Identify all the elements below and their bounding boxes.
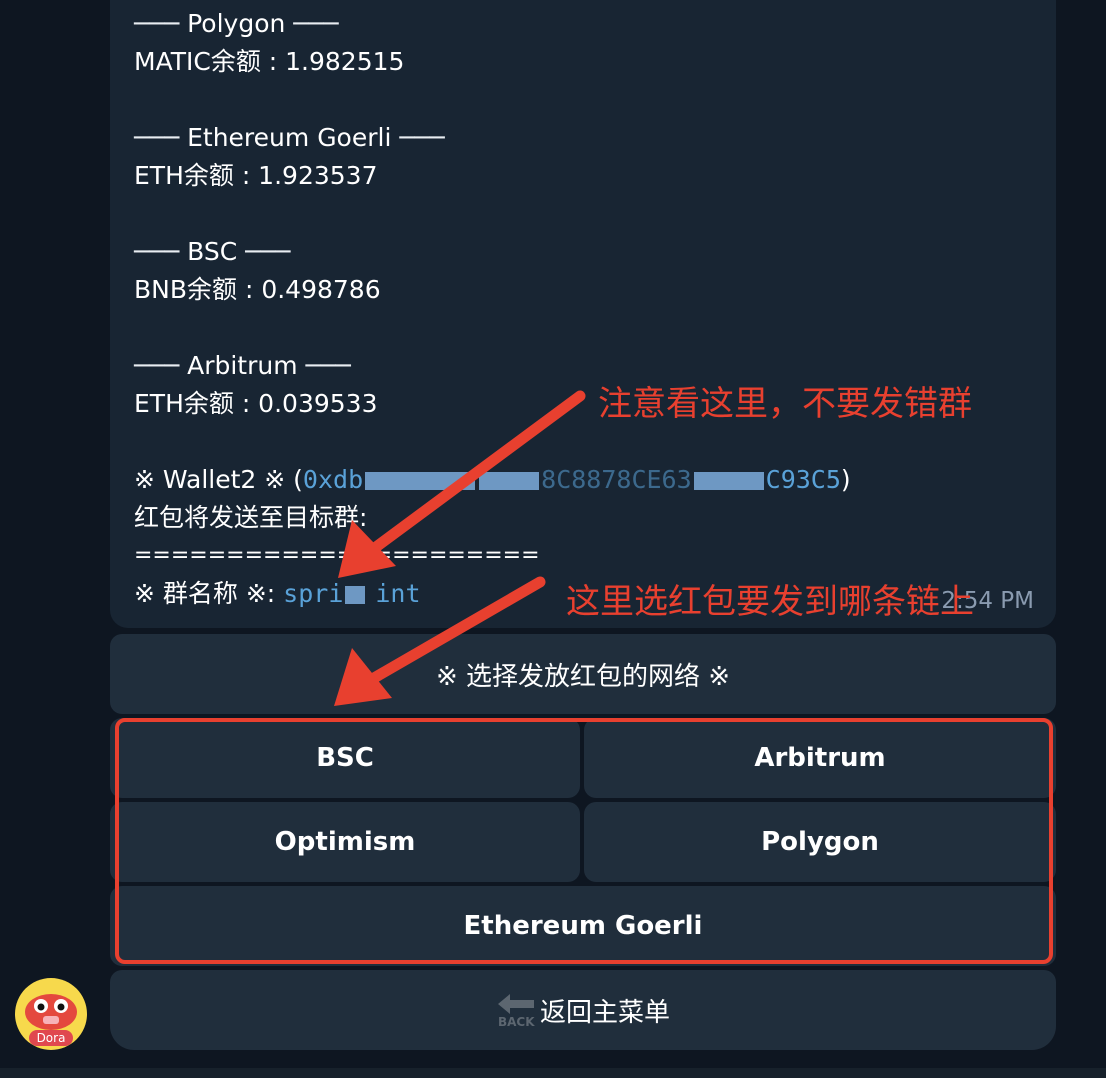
separator: ─── <box>297 351 351 380</box>
arbitrum-header: ─── Arbitrum ─── <box>134 350 351 382</box>
network-name: BSC <box>187 237 238 266</box>
separator: ─── <box>134 351 188 380</box>
polygon-header: ─── Polygon ─── <box>134 8 338 40</box>
group-name-end[interactable]: int <box>375 579 420 608</box>
separator: ─── <box>134 9 188 38</box>
target-group-line: 红包将发送至目标群: <box>134 503 368 532</box>
matic-balance: MATIC余额 : 1.982515 <box>134 47 405 76</box>
wallet-suffix: ) <box>840 465 851 494</box>
network-name: Polygon <box>187 9 286 38</box>
network-button-bsc[interactable]: BSC <box>110 718 580 798</box>
network-button-optimism[interactable]: Optimism <box>110 802 580 882</box>
goerli-header: ─── Ethereum Goerli ─── <box>134 122 445 154</box>
arbitrum-balance: ETH余额 : 0.039533 <box>134 389 378 418</box>
separator: ─── <box>285 9 339 38</box>
group-label: ※ 群名称 ※: <box>134 579 276 608</box>
network-button-goerli[interactable]: Ethereum Goerli <box>110 886 1056 966</box>
bot-avatar[interactable]: Dora <box>15 978 87 1050</box>
back-icon-text: BACK <box>498 1015 535 1028</box>
annotation-chain-select: 这里选红包要发到哪条链上 <box>566 582 974 622</box>
keyboard-header[interactable]: ※ 选择发放红包的网络 ※ <box>110 634 1056 714</box>
wallet-address-start[interactable]: 0xdb <box>303 465 363 494</box>
redaction <box>365 472 476 490</box>
separator: ─── <box>391 123 445 152</box>
network-name: Ethereum Goerli <box>187 123 392 152</box>
redaction <box>345 586 366 604</box>
goerli-balance: ETH余额 : 1.923537 <box>134 161 378 190</box>
network-button-arbitrum[interactable]: Arbitrum <box>584 718 1056 798</box>
group-name-start[interactable]: spri <box>283 579 343 608</box>
annotation-group-warning: 注意看这里，不要发错群 <box>598 384 972 424</box>
bottom-bar <box>0 1068 1106 1078</box>
wallet-line: ※ Wallet2 ※ (0xdb 8C8878CE63 C93C5) <box>134 464 851 496</box>
network-name: Arbitrum <box>187 351 298 380</box>
back-arrow-icon: BACK <box>496 992 536 1029</box>
network-button-polygon[interactable]: Polygon <box>584 802 1056 882</box>
wallet-address-end[interactable]: C93C5 <box>766 465 841 494</box>
separator: ─── <box>134 237 188 266</box>
wallet-address-mid[interactable]: 8C8878CE63 <box>541 465 692 494</box>
group-name-line: ※ 群名称 ※: spri int <box>134 578 421 610</box>
redaction <box>479 472 540 490</box>
back-to-menu-button[interactable]: BACK 返回主菜单 <box>110 970 1056 1050</box>
wallet-label: ※ Wallet2 ※ ( <box>134 465 303 494</box>
avatar-tag: Dora <box>29 1030 73 1046</box>
back-label: 返回主菜单 <box>539 997 670 1028</box>
redaction <box>693 472 764 490</box>
divider: ====================== <box>134 543 540 568</box>
bsc-header: ─── BSC ─── <box>134 236 290 268</box>
separator: ─── <box>237 237 291 266</box>
bnb-balance: BNB余额 : 0.498786 <box>134 275 381 304</box>
separator: ─── <box>134 123 188 152</box>
